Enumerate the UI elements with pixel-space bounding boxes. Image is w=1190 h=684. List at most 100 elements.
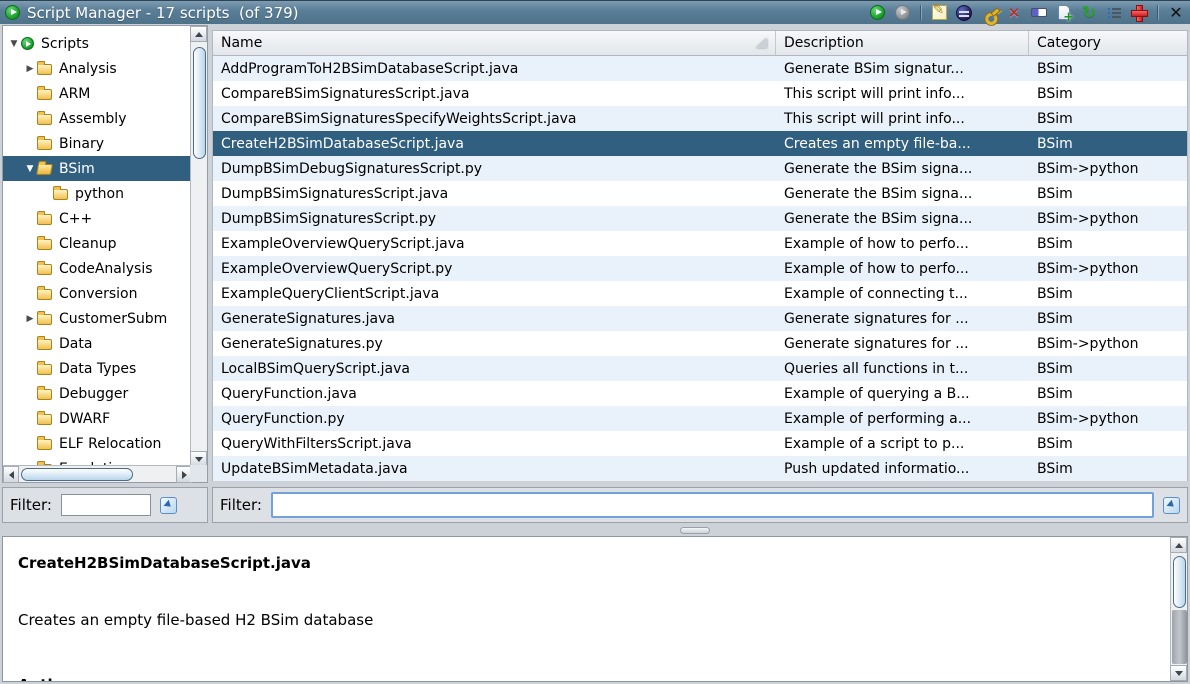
- column-header-category[interactable]: Category: [1029, 31, 1187, 55]
- refresh-script-list-icon: [1082, 3, 1096, 22]
- table-row[interactable]: CompareBSimSignaturesSpecifyWeightsScrip…: [213, 106, 1187, 131]
- tree-item-customersubm[interactable]: ▶CustomerSubm: [3, 306, 190, 331]
- table-row[interactable]: CreateH2BSimDatabaseScript.javaCreates a…: [213, 131, 1187, 156]
- script-category-cell: BSim: [1029, 61, 1187, 77]
- tree-item-conversion[interactable]: Conversion: [3, 281, 190, 306]
- table-row[interactable]: ExampleOverviewQueryScript.javaExample o…: [213, 231, 1187, 256]
- toolbar-separator: [1157, 5, 1158, 20]
- tree-item-arm[interactable]: ARM: [3, 81, 190, 106]
- tree-item-debugger[interactable]: Debugger: [3, 381, 190, 406]
- toolbar-button-delete-script[interactable]: [1005, 4, 1023, 22]
- tree-vertical-scrollbar[interactable]: [190, 26, 207, 467]
- scroll-up-button[interactable]: [1170, 537, 1187, 553]
- script-name-cell: ExampleOverviewQueryScript.java: [213, 236, 776, 252]
- script-description-cell: This script will print info...: [776, 86, 1029, 102]
- folder-icon: [37, 289, 52, 300]
- tree-item-codeanalysis[interactable]: CodeAnalysis: [3, 256, 190, 281]
- table-row[interactable]: UpdateBSimMetadata.javaPush updated info…: [213, 456, 1187, 481]
- toolbar-button-refresh-script-list[interactable]: [1080, 4, 1098, 22]
- tree-item-scripts[interactable]: ▼Scripts: [3, 31, 190, 56]
- description-vscroll-thumb[interactable]: [1173, 556, 1186, 608]
- collapse-arrow-icon[interactable]: ▼: [7, 39, 21, 49]
- scroll-up-button[interactable]: [190, 26, 207, 42]
- script-table-panel: Name Description Category AddProgramToH2…: [212, 25, 1188, 483]
- tree-item-python[interactable]: python: [3, 181, 190, 206]
- toolbar-button-ghidra-api-help[interactable]: [1130, 4, 1148, 22]
- script-description-cell: Queries all functions in t...: [776, 361, 1029, 377]
- table-row[interactable]: GenerateSignatures.pyGenerate signatures…: [213, 331, 1187, 356]
- script-name-cell: QueryFunction.py: [213, 411, 776, 427]
- script-description-cell: Creates an empty file-ba...: [776, 136, 1029, 152]
- tree-item-label: python: [68, 186, 124, 202]
- script-name-cell: LocalBSimQueryScript.java: [213, 361, 776, 377]
- tree-item-c[interactable]: C++: [3, 206, 190, 231]
- scroll-track-shade[interactable]: [1172, 610, 1187, 664]
- assign-key-binding-icon: [976, 0, 1001, 25]
- script-table-header: Name Description Category: [212, 30, 1188, 56]
- toolbar-button-edit-in-eclipse[interactable]: [955, 4, 973, 22]
- script-category-cell: BSim->python: [1029, 161, 1187, 177]
- toolbar-button-run-script[interactable]: [868, 4, 886, 22]
- window-title: Script Manager - 17 scripts (of 379): [27, 4, 299, 22]
- filter-options-icon[interactable]: [1163, 497, 1180, 514]
- table-row[interactable]: GenerateSignatures.javaGenerate signatur…: [213, 306, 1187, 331]
- tree-filter-input[interactable]: [61, 494, 151, 516]
- table-row[interactable]: DumpBSimSignaturesScript.pyGenerate the …: [213, 206, 1187, 231]
- table-row[interactable]: DumpBSimSignaturesScript.javaGenerate th…: [213, 181, 1187, 206]
- folder-icon: [37, 364, 52, 375]
- toolbar-button-close-window[interactable]: [1167, 4, 1185, 22]
- expand-arrow-icon[interactable]: ▶: [23, 314, 37, 324]
- tree-item-analysis[interactable]: ▶Analysis: [3, 56, 190, 81]
- column-header-description[interactable]: Description: [776, 31, 1029, 55]
- tree-vscroll-thumb[interactable]: [193, 47, 206, 159]
- toolbar-button-edit-script[interactable]: [930, 4, 948, 22]
- tree-item-assembly[interactable]: Assembly: [3, 106, 190, 131]
- expand-arrow-icon[interactable]: ▶: [23, 64, 37, 74]
- horizontal-splitter[interactable]: [2, 523, 1188, 536]
- tree-item-data-types[interactable]: Data Types: [3, 356, 190, 381]
- close-window-icon: [1169, 3, 1182, 22]
- table-row[interactable]: AddProgramToH2BSimDatabaseScript.javaGen…: [213, 56, 1187, 81]
- tree-item-data[interactable]: Data: [3, 331, 190, 356]
- collapse-arrow-icon[interactable]: ▼: [23, 164, 37, 174]
- column-header-category-label: Category: [1037, 35, 1101, 51]
- tree-item-binary[interactable]: Binary: [3, 131, 190, 156]
- tree-item-label: ARM: [52, 86, 90, 102]
- table-row[interactable]: QueryFunction.pyExample of performing a.…: [213, 406, 1187, 431]
- script-table-body: AddProgramToH2BSimDatabaseScript.javaGen…: [212, 56, 1188, 481]
- toolbar-button-script-directories[interactable]: [1105, 4, 1123, 22]
- script-description-cell: Example of how to perfo...: [776, 236, 1029, 252]
- table-filter-input[interactable]: [271, 492, 1154, 518]
- scroll-left-button[interactable]: [3, 466, 19, 483]
- tree-horizontal-scrollbar[interactable]: [3, 465, 192, 482]
- toolbar-button-assign-key-binding[interactable]: [980, 4, 998, 22]
- folder-icon: [37, 114, 52, 125]
- splitter-handle[interactable]: [680, 527, 710, 534]
- tree-item-bsim[interactable]: ▼BSim: [3, 156, 190, 181]
- scroll-down-button[interactable]: [1170, 665, 1187, 681]
- script-description-cell: Generate BSim signatur...: [776, 61, 1029, 77]
- toolbar-button-run-last-script[interactable]: [893, 4, 911, 22]
- table-row[interactable]: ExampleOverviewQueryScript.pyExample of …: [213, 256, 1187, 281]
- toolbar-button-rename-script[interactable]: [1030, 4, 1048, 22]
- description-vertical-scrollbar[interactable]: [1170, 537, 1187, 681]
- table-row[interactable]: QueryFunction.javaExample of querying a …: [213, 381, 1187, 406]
- filter-options-icon[interactable]: [160, 497, 177, 514]
- table-row[interactable]: QueryWithFiltersScript.javaExample of a …: [213, 431, 1187, 456]
- tree-item-elf-relocation[interactable]: ELF Relocation: [3, 431, 190, 456]
- table-row[interactable]: CompareBSimSignaturesScript.javaThis scr…: [213, 81, 1187, 106]
- script-category-cell: BSim: [1029, 361, 1187, 377]
- tree-hscroll-thumb[interactable]: [21, 468, 133, 481]
- column-header-name[interactable]: Name: [213, 31, 776, 55]
- folder-icon: [37, 264, 52, 275]
- folder-icon: [53, 189, 68, 200]
- toolbar-button-create-new-script[interactable]: [1055, 4, 1073, 22]
- column-header-description-label: Description: [784, 35, 864, 51]
- table-row[interactable]: LocalBSimQueryScript.javaQueries all fun…: [213, 356, 1187, 381]
- tree-item-dwarf[interactable]: DWARF: [3, 406, 190, 431]
- tree-item-cleanup[interactable]: Cleanup: [3, 231, 190, 256]
- table-row[interactable]: ExampleQueryClientScript.javaExample of …: [213, 281, 1187, 306]
- table-row[interactable]: DumpBSimDebugSignaturesScript.pyGenerate…: [213, 156, 1187, 181]
- script-category-cell: BSim: [1029, 111, 1187, 127]
- run-script-icon: [870, 5, 885, 20]
